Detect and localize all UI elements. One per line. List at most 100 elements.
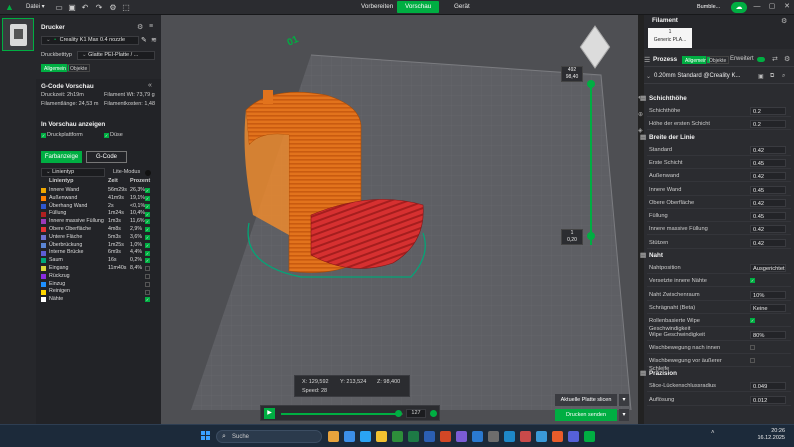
param-value[interactable]: 0.42 — [750, 145, 786, 154]
taskbar-search[interactable]: ⌕ Suche — [216, 430, 322, 443]
play-icon[interactable]: ▶ — [264, 408, 275, 419]
start-icon[interactable] — [201, 431, 211, 441]
file-menu[interactable]: Datei ▾ — [26, 3, 45, 12]
app-icon-discord[interactable] — [568, 431, 579, 442]
param-value[interactable]: 0.2 — [750, 107, 786, 115]
layer-top-handle[interactable] — [587, 80, 595, 88]
gcode-view-button[interactable]: G-Code — [86, 151, 127, 163]
tab-objects[interactable]: Objekte — [67, 64, 91, 72]
app-icon-excel[interactable] — [408, 431, 419, 442]
param-group-header[interactable]: ▤ Naht — [640, 250, 791, 261]
app-icon-edge[interactable] — [344, 431, 355, 442]
legend-row[interactable]: Reinigen — [41, 288, 159, 296]
param-group-header[interactable]: ▤ Präzision — [640, 368, 791, 379]
param-value[interactable]: 0.42 — [750, 238, 786, 247]
legend-visibility-checkbox[interactable]: ✓ — [145, 196, 150, 202]
taskbar-clock[interactable]: 20:26 16.12.2025 — [735, 428, 785, 442]
param-value[interactable]: 0.45 — [750, 185, 786, 194]
legend-visibility-checkbox[interactable]: ✓ — [145, 219, 150, 225]
legend-row[interactable]: Füllung 1m24s 10,4% ✓ — [41, 210, 159, 218]
legend-row[interactable]: Untere Fläche 5m3s 3,6% ✓ — [41, 234, 159, 242]
param-value[interactable]: 0.42 — [750, 225, 786, 234]
process-profile[interactable]: 0.20mm Standard @Creality K... — [654, 73, 740, 79]
param-value[interactable]: 10% — [750, 290, 786, 299]
param-value[interactable]: 0.42 — [750, 198, 786, 207]
bed-type-select[interactable]: ⌄ Glatte PEI-Platte / ... — [77, 51, 155, 60]
param-value[interactable]: Keine — [750, 303, 786, 312]
param-checkbox[interactable] — [750, 344, 755, 350]
legend-visibility-checkbox[interactable]: ✓ — [145, 258, 150, 264]
process-compare-icon[interactable]: ⇄ — [772, 55, 778, 63]
expand-icon[interactable]: ⬚ — [121, 3, 131, 12]
legend-row[interactable]: Saum 16s 0,2% ✓ — [41, 257, 159, 265]
layer-slider-track[interactable] — [590, 85, 592, 245]
app-icon-powerpoint[interactable] — [440, 431, 451, 442]
legend-visibility-checkbox[interactable] — [145, 266, 150, 272]
param-value[interactable]: 0.049 — [750, 382, 786, 391]
legend-row[interactable]: Innere massive Füllung 1m3s 11,6% ✓ — [41, 218, 159, 226]
3d-viewport[interactable]: 01 492 98,40 1 0,20 X: 129,592 Y: 213,52… — [161, 15, 638, 424]
open-folder-icon[interactable]: ▭ — [54, 3, 64, 12]
process-settings-icon[interactable]: ⚙ — [784, 55, 790, 63]
maximize-icon[interactable]: ▢ — [767, 2, 777, 12]
param-checkbox[interactable]: ✓ — [750, 318, 755, 324]
slice-options-icon[interactable]: ▾ — [619, 394, 629, 406]
app-icon-word[interactable] — [424, 431, 435, 442]
app-icon-media[interactable] — [520, 431, 531, 442]
user-name[interactable]: Bumble... — [697, 3, 720, 12]
printer-list-icon[interactable]: ≡ — [149, 23, 153, 30]
param-value[interactable]: 0.45 — [750, 158, 786, 167]
legend-visibility-checkbox[interactable] — [145, 274, 150, 280]
param-value[interactable]: 0.2 — [750, 120, 786, 129]
undo-icon[interactable]: ↶ — [80, 3, 90, 12]
send-options-icon[interactable]: ▾ — [619, 409, 629, 421]
build-plate-checkbox[interactable]: ✓ — [41, 133, 46, 138]
app-icon-mail[interactable] — [472, 431, 483, 442]
move-slider-handle[interactable] — [394, 410, 402, 417]
nozzle-checkbox[interactable]: ✓ — [104, 133, 109, 138]
legend-row[interactable]: Eingang 11m40s 8,4% — [41, 265, 159, 273]
copy-profile-icon[interactable]: ⧉ — [770, 73, 774, 80]
param-value[interactable]: 0.012 — [750, 395, 786, 404]
legend-visibility-checkbox[interactable]: ✓ — [145, 297, 150, 303]
legend-visibility-checkbox[interactable]: ✓ — [145, 188, 150, 194]
color-view-button[interactable]: Farbanzeige — [41, 151, 82, 163]
settings-gear-icon[interactable]: ⚙ — [108, 3, 118, 12]
edit-printer-icon[interactable]: ✎ — [141, 36, 147, 44]
legend-row[interactable]: Rückzug — [41, 273, 159, 281]
param-value[interactable]: 0.45 — [750, 212, 786, 221]
legend-visibility-checkbox[interactable] — [145, 289, 150, 295]
app-icon-explorer[interactable] — [376, 431, 387, 442]
save-icon[interactable]: ▣ — [67, 3, 77, 12]
app-icon-xbox[interactable] — [392, 431, 403, 442]
legend-visibility-checkbox[interactable]: ✓ — [145, 211, 150, 217]
filament-slot[interactable]: 1 Generic PLA... — [648, 28, 692, 48]
legend-row[interactable]: Nähte ✓ — [41, 296, 159, 304]
process-tab-objects[interactable]: Objekte — [706, 56, 730, 64]
collapse-icon[interactable]: « — [148, 82, 152, 89]
param-group-header[interactable]: ▤ Schichthöhe — [640, 93, 791, 104]
save-profile-icon[interactable]: ▣ — [758, 73, 764, 80]
legend-row[interactable]: Obere Oberfläche 4m8s 2,9% ✓ — [41, 226, 159, 234]
search-icon[interactable]: ⌕ — [782, 73, 785, 80]
filament-settings-icon[interactable]: ⚙ — [781, 17, 787, 25]
legend-row[interactable]: Innere Wand 56m29s 26,3% ✓ — [41, 187, 159, 195]
advanced-toggle[interactable] — [757, 57, 765, 62]
minimize-icon[interactable]: — — [752, 2, 762, 12]
legend-row[interactable]: Überbrückung 1m25s 1,0% ✓ — [41, 242, 159, 250]
app-icon-store[interactable] — [360, 431, 371, 442]
tab-prepare[interactable]: Vorbereiten — [353, 1, 401, 13]
lite-mode-toggle[interactable] — [145, 170, 151, 176]
param-group-header[interactable]: ▤ Breite der Linie — [640, 132, 791, 143]
legend-row[interactable]: Interne Brücke 6m9s 4,4% ✓ — [41, 249, 159, 257]
cloud-sync-icon[interactable]: ☁ — [731, 2, 747, 13]
layer-bottom-handle[interactable] — [587, 232, 595, 240]
param-checkbox[interactable]: ✓ — [750, 278, 755, 284]
tab-device[interactable]: Gerät — [446, 1, 478, 13]
close-icon[interactable]: ✕ — [782, 2, 792, 12]
legend-row[interactable]: Einzug — [41, 281, 159, 289]
tab-preview[interactable]: Vorschau — [397, 1, 440, 13]
legend-visibility-checkbox[interactable]: ✓ — [145, 235, 150, 241]
legend-row[interactable]: Überhang Wand 2s <0,1% ✓ — [41, 203, 159, 211]
printer-thumbnail[interactable] — [2, 18, 34, 51]
